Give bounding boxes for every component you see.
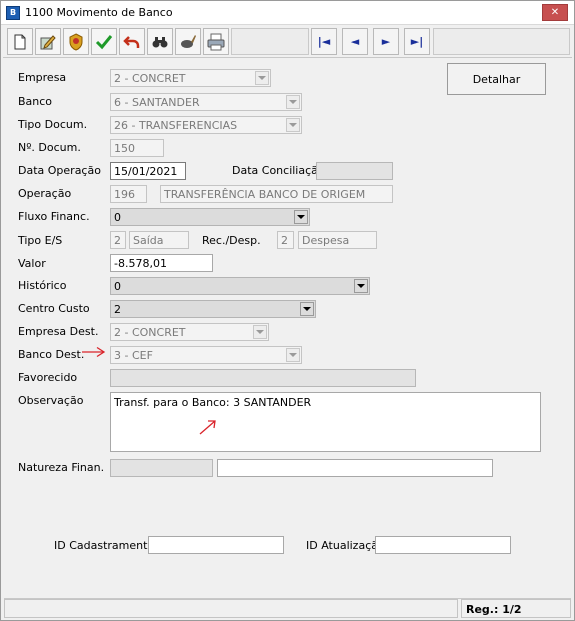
banco-dest-label: Banco Dest.: [18, 348, 85, 361]
next-record-icon: ►: [381, 35, 391, 48]
n-docum-label: Nº. Docum.: [18, 141, 81, 154]
rec-desp-code-field[interactable]: 2: [277, 231, 294, 249]
fluxo-financ-select[interactable]: 0: [110, 208, 310, 226]
search-button[interactable]: [147, 28, 173, 55]
confirm-check-icon: [95, 34, 113, 49]
id-cadastramento-field[interactable]: [148, 536, 284, 554]
tipo-docum-dropdown-icon[interactable]: [286, 118, 300, 132]
empresa-dest-value: 2 - CONCRET: [114, 326, 186, 339]
historico-label: Histórico: [18, 279, 67, 292]
new-document-button[interactable]: [7, 28, 33, 55]
tipo-es-code-field[interactable]: 2: [110, 231, 126, 249]
valor-field[interactable]: -8.578,01: [110, 254, 213, 272]
toolbar-spacer-right: [433, 28, 570, 55]
empresa-dest-dropdown-icon[interactable]: [253, 325, 267, 339]
tipo-es-label: Tipo E/S: [18, 234, 63, 247]
previous-record-button[interactable]: ◄: [342, 28, 368, 55]
badge-button[interactable]: [63, 28, 89, 55]
edit-icon: [40, 34, 56, 49]
empresa-dropdown-icon[interactable]: [255, 71, 269, 85]
detalhar-button[interactable]: Detalhar: [447, 63, 546, 95]
new-document-icon: [14, 34, 26, 49]
search-binoculars-icon: [152, 36, 168, 47]
natureza-finan-code-field[interactable]: [110, 459, 213, 477]
banco-select[interactable]: 6 - SANTANDER: [110, 93, 302, 111]
empresa-label: Empresa: [18, 71, 67, 84]
data-conciliacao-field[interactable]: [316, 162, 393, 180]
id-atualizacao-field[interactable]: [375, 536, 511, 554]
empresa-value: 2 - CONCRET: [114, 72, 186, 85]
window-title: 1100 Movimento de Banco: [25, 6, 173, 19]
data-operacao-label: Data Operação: [18, 164, 101, 177]
rec-desp-desc-field[interactable]: Despesa: [298, 231, 377, 249]
edit-button[interactable]: [35, 28, 61, 55]
undo-icon: [123, 35, 140, 48]
eraser-button[interactable]: [175, 28, 201, 55]
fluxo-financ-value: 0: [114, 211, 121, 224]
status-message: [4, 599, 458, 618]
operacao-code-field[interactable]: 196: [110, 185, 147, 203]
movimento-banco-window: B 1100 Movimento de Banco ✕ |◄ ◄ ► ►| De…: [0, 0, 575, 621]
last-record-icon: ►|: [410, 35, 424, 48]
favorecido-field[interactable]: [110, 369, 416, 387]
observacao-textarea[interactable]: Transf. para o Banco: 3 SANTANDER: [110, 392, 541, 452]
empresa-dest-select[interactable]: 2 - CONCRET: [110, 323, 269, 341]
operacao-label: Operação: [18, 187, 72, 200]
centro-custo-select[interactable]: 2: [110, 300, 316, 318]
tipo-docum-value: 26 - TRANSFERENCIAS: [114, 119, 238, 132]
banco-dest-value: 3 - CEF: [114, 349, 153, 362]
fluxo-financ-dropdown-icon[interactable]: [294, 210, 308, 224]
banco-dest-arrow-icon: [82, 346, 106, 358]
undo-button[interactable]: [119, 28, 145, 55]
empresa-dest-label: Empresa Dest.: [18, 325, 99, 338]
id-atualizacao-label: ID Atualização: [306, 539, 385, 552]
data-operacao-field[interactable]: 15/01/2021: [110, 162, 186, 180]
data-conciliacao-label: Data Conciliação: [232, 164, 325, 177]
historico-select[interactable]: 0: [110, 277, 370, 295]
id-cadastramento-label: ID Cadastramento: [54, 539, 155, 552]
fluxo-financ-label: Fluxo Financ.: [18, 210, 90, 223]
banco-dest-select[interactable]: 3 - CEF: [110, 346, 302, 364]
centro-custo-dropdown-icon[interactable]: [300, 302, 314, 316]
eraser-icon: [181, 34, 196, 48]
first-record-icon: |◄: [317, 35, 331, 48]
banco-dropdown-icon[interactable]: [286, 95, 300, 109]
record-counter: Reg.: 1/2: [461, 599, 571, 618]
toolbar-spacer: [231, 28, 309, 55]
empresa-select[interactable]: 2 - CONCRET: [110, 69, 271, 87]
banco-label: Banco: [18, 95, 53, 108]
centro-custo-label: Centro Custo: [18, 302, 90, 315]
last-record-button[interactable]: ►|: [404, 28, 430, 55]
tipo-docum-label: Tipo Docum.: [18, 118, 88, 131]
observacao-arrow-icon: [199, 420, 216, 435]
status-bar: Reg.: 1/2: [4, 598, 571, 618]
confirm-button[interactable]: [91, 28, 117, 55]
historico-dropdown-icon[interactable]: [354, 279, 368, 293]
rec-desp-label: Rec./Desp.: [202, 234, 261, 247]
toolbar: |◄ ◄ ► ►|: [3, 26, 572, 58]
observacao-value: Transf. para o Banco: 3 SANTANDER: [114, 396, 312, 409]
operacao-desc-field[interactable]: TRANSFERÊNCIA BANCO DE ORIGEM: [160, 185, 393, 203]
app-icon: B: [6, 6, 20, 20]
close-button[interactable]: ✕: [542, 4, 568, 21]
tipo-docum-select[interactable]: 26 - TRANSFERENCIAS: [110, 116, 302, 134]
observacao-label: Observação: [18, 394, 84, 407]
banco-value: 6 - SANTANDER: [114, 96, 200, 109]
valor-label: Valor: [18, 257, 46, 270]
banco-dest-dropdown-icon[interactable]: [286, 348, 300, 362]
tipo-es-desc-field[interactable]: Saída: [129, 231, 189, 249]
print-button[interactable]: [203, 28, 229, 55]
favorecido-label: Favorecido: [18, 371, 78, 384]
badge-icon: [69, 32, 83, 51]
next-record-button[interactable]: ►: [373, 28, 399, 55]
previous-record-icon: ◄: [350, 35, 360, 48]
first-record-button[interactable]: |◄: [311, 28, 337, 55]
natureza-finan-label: Natureza Finan.: [18, 461, 105, 474]
n-docum-field[interactable]: 150: [110, 139, 164, 157]
title-bar: B 1100 Movimento de Banco ✕: [1, 1, 574, 25]
natureza-finan-desc-field[interactable]: [217, 459, 493, 477]
print-icon: [207, 33, 225, 50]
centro-custo-value: 2: [114, 303, 121, 316]
historico-value: 0: [114, 280, 121, 293]
